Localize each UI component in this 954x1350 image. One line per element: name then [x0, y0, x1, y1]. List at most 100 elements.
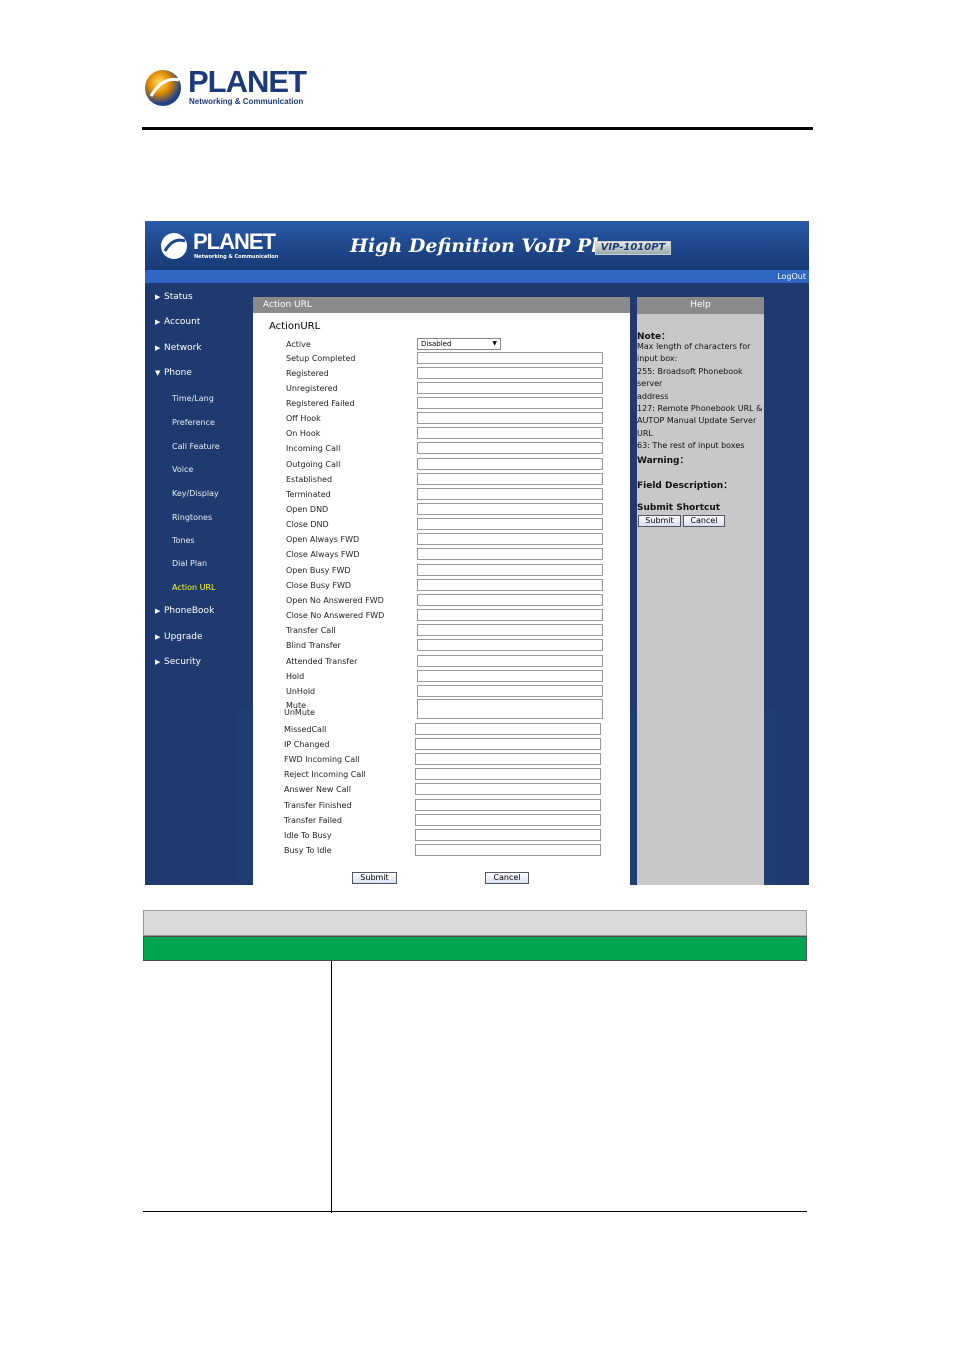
url-input[interactable] [417, 487, 603, 500]
note-text: Max length of characters for input box: … [637, 341, 765, 453]
field-label: Close DND [286, 520, 329, 530]
field-label: Terminated [286, 489, 331, 499]
url-input[interactable] [417, 351, 603, 364]
url-input[interactable] [417, 669, 603, 682]
planet-logo-text: PLANET [188, 64, 307, 99]
url-input[interactable] [417, 457, 603, 470]
url-input[interactable] [417, 381, 603, 394]
webui-screenshot: PLANET Networking & Communication High D… [145, 221, 809, 885]
url-input[interactable] [417, 412, 603, 425]
url-input[interactable] [417, 503, 603, 515]
sidebar-sub-voice[interactable]: Voice [172, 465, 193, 474]
shortcut-cancel-button[interactable]: Cancel [683, 515, 725, 527]
url-input[interactable] [415, 722, 601, 735]
panel-header: Action URL [253, 297, 630, 313]
url-input[interactable] [417, 533, 603, 546]
note-line: AUTOP Manual Update Server [637, 416, 757, 426]
url-input[interactable] [415, 783, 601, 796]
sidebar-item-phone[interactable]: ▼ Phone [155, 368, 192, 378]
sidebar-item-label: Phone [164, 368, 192, 378]
field-label: Blind Transfer [286, 641, 341, 651]
url-input[interactable] [417, 639, 603, 652]
url-input[interactable] [417, 578, 603, 591]
sidebar-item-upgrade[interactable]: ▶ Upgrade [155, 632, 202, 642]
arrow-right-icon: ▶ [155, 658, 161, 666]
note-line: Max length of characters for [637, 342, 751, 351]
field-label: Open Busy FWD [286, 565, 351, 575]
url-input[interactable] [417, 396, 603, 409]
banner-logo-text: PLANET [193, 229, 276, 254]
sidebar-item-network[interactable]: ▶ Network [155, 343, 202, 353]
sidebar-sub-preference[interactable]: Preference [172, 418, 215, 427]
field-label: Transfer Call [286, 626, 336, 636]
top-bar: LogOut [145, 270, 809, 283]
sidebar-item-account[interactable]: ▶ Account [155, 317, 200, 327]
field-label: Reject Incoming Call [284, 770, 366, 780]
note-line: input box: [637, 354, 678, 364]
help-header: Help [637, 297, 764, 314]
url-input[interactable] [415, 798, 601, 811]
url-input[interactable] [417, 654, 603, 667]
sidebar-sub-ringtones[interactable]: Ringtones [172, 513, 212, 522]
field-label: On Hook [286, 429, 321, 439]
url-input[interactable] [415, 813, 601, 826]
url-input[interactable] [417, 518, 603, 531]
sidebar-item-security[interactable]: ▶ Security [155, 657, 201, 667]
table-header-row [143, 910, 807, 936]
right-strip [777, 283, 809, 885]
url-input[interactable] [417, 624, 603, 637]
url-input[interactable] [417, 442, 603, 455]
sidebar-item-label: Status [164, 292, 193, 302]
field-label: FWD Incoming Call [284, 755, 360, 765]
help-panel: Help Note： Max length of characters for … [637, 297, 764, 885]
active-select[interactable]: Disabled ▼ [417, 338, 501, 350]
cancel-button[interactable]: Cancel [485, 872, 529, 884]
submit-button[interactable]: Submit [352, 872, 397, 884]
url-input[interactable] [417, 548, 603, 561]
field-label: Close Always FWD [286, 550, 360, 560]
url-input[interactable] [417, 698, 603, 719]
field-label: MissedCall [284, 724, 327, 734]
url-input[interactable] [415, 844, 601, 856]
shortcut-submit-button[interactable]: Submit [638, 515, 681, 527]
sidebar-sub-tones[interactable]: Tones [172, 536, 195, 545]
url-input[interactable] [417, 366, 603, 379]
sidebar-item-phonebook[interactable]: ▶ PhoneBook [155, 606, 214, 616]
field-label: Established [286, 474, 333, 484]
sidebar-item-status[interactable]: ▶ Status [155, 292, 193, 302]
field-description-title: Field Description： [637, 481, 733, 491]
sidebar-sub-call-feature[interactable]: Call Feature [172, 442, 220, 451]
url-input[interactable] [417, 472, 603, 485]
field-label: Transfer Finished [284, 800, 352, 810]
field-label: Answer New Call [284, 785, 351, 795]
field-label: IP Changed [284, 739, 330, 749]
field-label: Open DND [286, 505, 329, 514]
url-input[interactable] [417, 684, 603, 697]
url-input[interactable] [415, 737, 601, 750]
url-input[interactable] [415, 828, 601, 841]
url-input[interactable] [415, 768, 601, 781]
logout-link[interactable]: LogOut [777, 270, 806, 283]
sidebar-sub-dial-plan[interactable]: Dial Plan [172, 559, 207, 568]
sidebar-sub-action-url[interactable]: Action URL [172, 583, 215, 592]
arrow-down-icon: ▼ [155, 369, 161, 377]
arrow-right-icon: ▶ [155, 344, 161, 352]
dropdown-arrow-icon: ▼ [492, 340, 497, 347]
sidebar-sub-key-display[interactable]: Key/Display [172, 489, 219, 498]
field-label: Busy To Idle [284, 846, 332, 855]
note-line: URL [637, 428, 653, 438]
field-label: Registered [286, 368, 329, 378]
field-label: Close No Answered FWD [286, 611, 385, 621]
url-input[interactable] [417, 593, 603, 606]
field-label: Outgoing Call [286, 459, 341, 469]
url-input[interactable] [417, 427, 603, 440]
url-input[interactable] [415, 753, 601, 766]
url-input[interactable] [417, 609, 603, 622]
field-label: Unregistered [286, 383, 338, 393]
arrow-right-icon: ▶ [155, 293, 161, 301]
url-input[interactable] [417, 563, 603, 576]
table-body-cell [143, 961, 332, 1213]
sidebar-sub-time-lang[interactable]: Time/Lang [172, 394, 214, 403]
arrow-right-icon: ▶ [155, 607, 161, 615]
field-label: Open Always FWD [286, 535, 360, 545]
